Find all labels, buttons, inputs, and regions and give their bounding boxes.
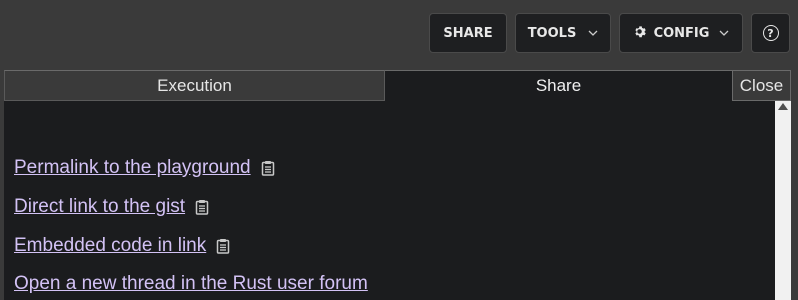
share-content: Permalink to the playground Direct link … bbox=[4, 101, 775, 300]
help-icon: ? bbox=[762, 25, 779, 41]
list-item: Permalink to the playground bbox=[14, 157, 275, 179]
tools-button-label: TOOLS bbox=[527, 25, 577, 41]
embedded-code-link[interactable]: Embedded code in link bbox=[14, 235, 206, 257]
tab-execution[interactable]: Execution bbox=[4, 70, 385, 101]
share-button-label: SHARE bbox=[443, 25, 493, 41]
toolbar: SHARE TOOLS CONFIG ? bbox=[429, 13, 790, 53]
list-item: Embedded code in link bbox=[14, 235, 230, 257]
list-item: Open a new thread in the Rust user forum bbox=[14, 273, 368, 295]
scroll-up-arrow-icon[interactable] bbox=[778, 103, 788, 110]
clipboard-icon[interactable] bbox=[195, 199, 209, 215]
clipboard-icon[interactable] bbox=[261, 160, 275, 176]
forum-thread-link[interactable]: Open a new thread in the Rust user forum bbox=[14, 273, 368, 295]
clipboard-icon[interactable] bbox=[216, 238, 230, 254]
chevron-down-icon bbox=[719, 28, 729, 39]
config-button[interactable]: CONFIG bbox=[619, 13, 743, 53]
list-item: Direct link to the gist bbox=[14, 196, 209, 218]
help-button[interactable]: ? bbox=[751, 13, 790, 53]
permalink-link[interactable]: Permalink to the playground bbox=[14, 157, 251, 179]
chevron-down-icon bbox=[588, 28, 598, 39]
share-button[interactable]: SHARE bbox=[429, 13, 507, 53]
tab-share[interactable]: Share bbox=[385, 70, 732, 101]
gear-icon bbox=[633, 25, 646, 42]
scrollbar[interactable] bbox=[775, 101, 791, 300]
config-button-label: CONFIG bbox=[653, 25, 710, 41]
tools-button[interactable]: TOOLS bbox=[515, 13, 611, 53]
output-tabs: Execution Share Close bbox=[4, 70, 791, 101]
gist-link[interactable]: Direct link to the gist bbox=[14, 196, 185, 218]
close-button[interactable]: Close bbox=[732, 70, 791, 101]
output-panel: Execution Share Close Permalink to the p… bbox=[4, 70, 791, 300]
